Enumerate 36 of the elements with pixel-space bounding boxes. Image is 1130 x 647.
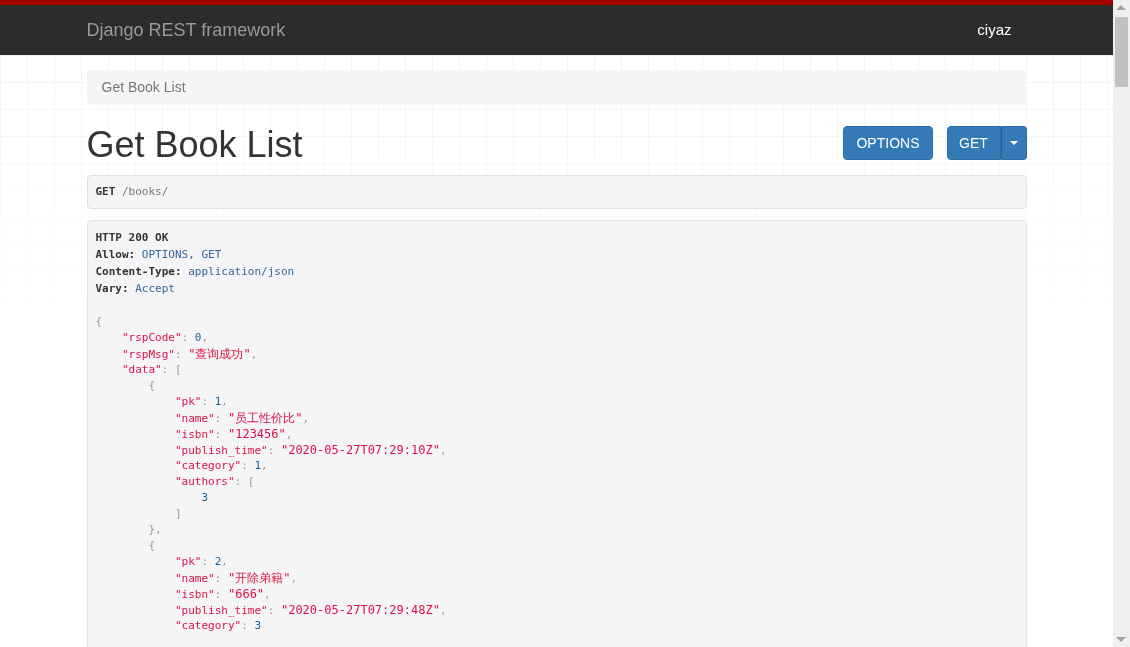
code-line: "pk": 2, [173, 554, 228, 570]
options-button[interactable]: OPTIONS [843, 126, 933, 160]
code-line: "category": 1, [173, 458, 268, 474]
code-line: 3 [200, 490, 209, 506]
code-line: "rspCode": 0, [121, 330, 209, 346]
get-button[interactable]: GET [946, 126, 1001, 160]
code-line: "publish_time": "2020-05-27T07:29:48Z", [173, 602, 447, 618]
code-line: }, [147, 522, 162, 538]
dropdown-toggle[interactable] [1000, 126, 1027, 160]
header-line: Allow: OPTIONS, GET [95, 247, 222, 263]
scrollbar-thumb[interactable] [1115, 17, 1128, 87]
code-line: "isbn": "123456", [173, 426, 293, 442]
brand-link[interactable]: Django REST framework [86, 16, 286, 44]
scroll-down-icon[interactable] [1116, 637, 1126, 642]
code-line: "name": "开除弟籍", [173, 570, 298, 586]
page-title: Get Book List [86, 127, 303, 163]
status-line: HTTP 200 OK [95, 230, 170, 246]
header-line: Vary: Accept [95, 281, 175, 297]
code-line: "rspMsg": "查询成功", [121, 346, 258, 362]
request-line: GET /books/ [95, 183, 169, 200]
code-line: "authors": [ [173, 474, 255, 490]
code-line: "isbn": "666", [173, 586, 271, 602]
code-line: "pk": 1, [173, 394, 228, 410]
code-line: "publish_time": "2020-05-27T07:29:10Z", [173, 442, 447, 458]
code-line: "name": "员工性价比", [173, 410, 310, 426]
code-line: "data": [ [121, 362, 182, 378]
code-line: ] [173, 506, 182, 522]
code-line: { [147, 538, 156, 554]
caret-icon [1009, 141, 1018, 145]
code-line: { [95, 314, 103, 330]
code-line: "category": 3 [173, 618, 262, 634]
breadcrumb-item[interactable]: Get Book List [101, 77, 186, 98]
user-menu-link[interactable]: ciyaz [977, 18, 1012, 42]
scrollbar[interactable] [1113, 0, 1130, 647]
code-line: { [147, 378, 156, 394]
header-line: Content-Type: application/json [95, 264, 295, 280]
